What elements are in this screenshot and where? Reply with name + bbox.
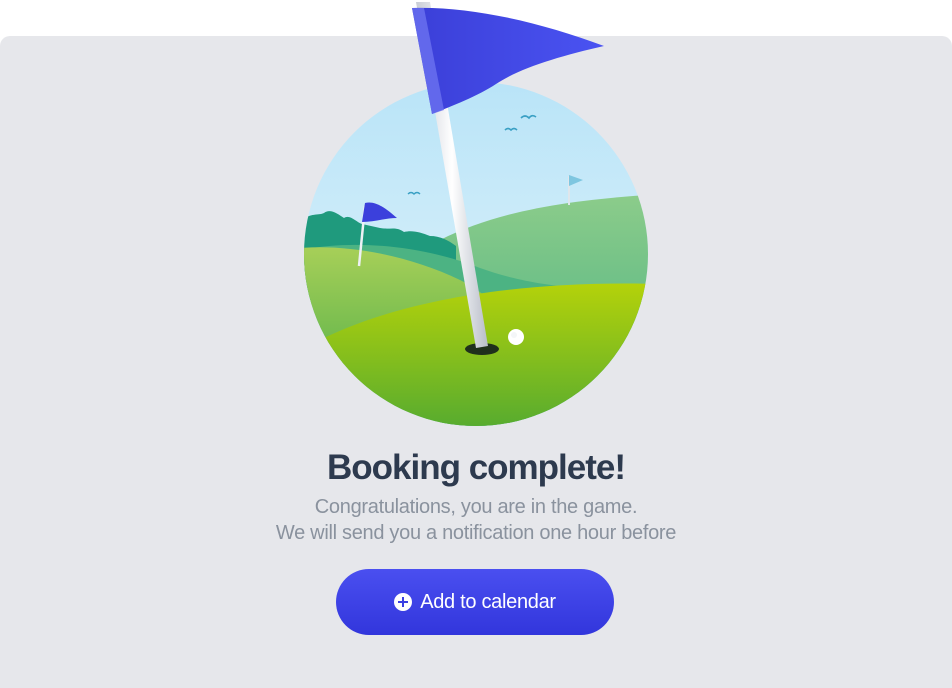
confirmation-message-line1: Congratulations, you are in the game. <box>314 496 638 518</box>
add-to-calendar-label: Add to calendar <box>420 590 556 613</box>
add-to-calendar-button[interactable]: Add to calendar <box>336 569 614 635</box>
page-title: Booking complete! <box>326 448 626 487</box>
scene <box>304 82 648 426</box>
plus-circle-icon <box>394 593 413 611</box>
booking-confirmation-page: Booking complete! Congratulations, you a… <box>0 0 952 688</box>
golf-illustration <box>304 2 648 426</box>
confirmation-message-line2: We will send you a notification one hour… <box>275 522 677 544</box>
